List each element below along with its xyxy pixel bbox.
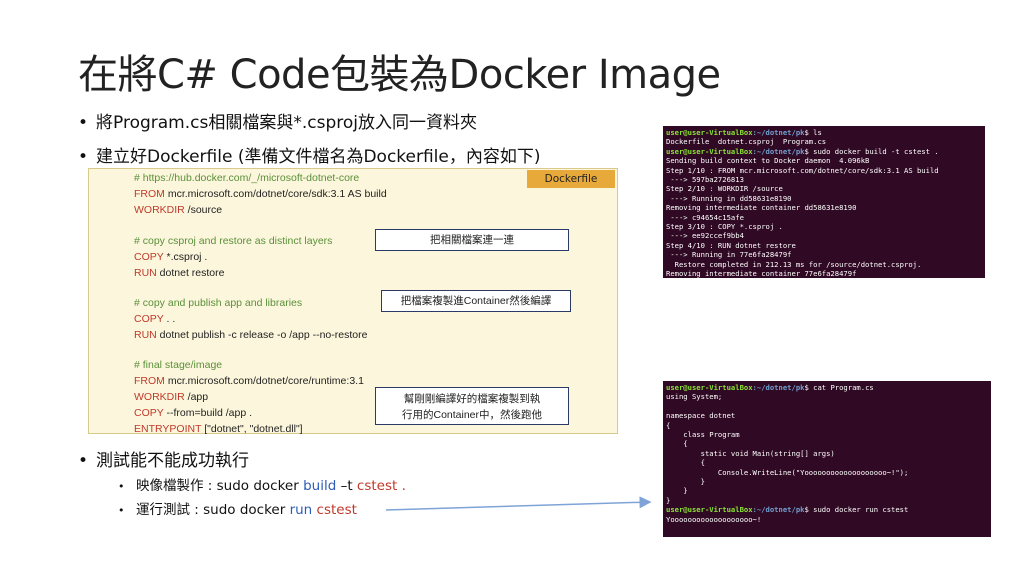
arrow-to-terminal xyxy=(385,496,652,511)
arrow-line xyxy=(385,496,652,511)
